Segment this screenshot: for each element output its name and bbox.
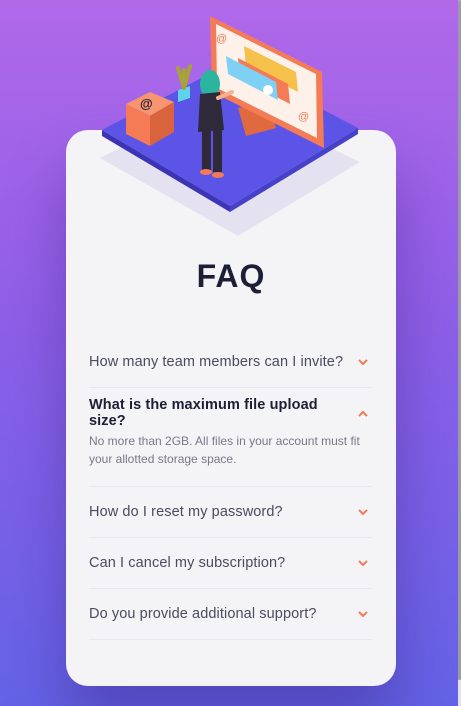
woman-leg-right <box>213 130 222 172</box>
at-sign-icon: @ <box>140 96 153 111</box>
faq-question-row[interactable]: Do you provide additional support? <box>89 589 372 639</box>
woman-at-monitor-illustration: @ @ @ <box>100 16 360 236</box>
page-title: FAQ <box>196 258 266 294</box>
faq-item-expanded[interactable]: What is the maximum file upload size? No… <box>89 388 372 487</box>
woman-shoe-left <box>200 169 212 175</box>
chevron-up-icon[interactable] <box>358 410 368 417</box>
chevron-down-icon[interactable] <box>358 358 368 366</box>
faq-question[interactable]: How many team members can I invite? <box>89 354 343 370</box>
faq-question[interactable]: How do I reset my password? <box>89 504 283 520</box>
faq-question[interactable]: Do you provide additional support? <box>89 606 317 622</box>
faq-question-row[interactable]: What is the maximum file upload size? <box>89 388 372 438</box>
faq-question-row[interactable]: How do I reset my password? <box>89 487 372 537</box>
screen-dot <box>263 85 273 95</box>
faq-answer: No more than 2GB. All files in your acco… <box>89 434 360 466</box>
faq-item[interactable]: Can I cancel my subscription? <box>89 538 372 589</box>
faq-item[interactable]: How do I reset my password? <box>89 487 372 538</box>
plant-leaves <box>176 64 192 90</box>
faq-list: How many team members can I invite? What… <box>89 337 372 640</box>
faq-item[interactable]: Do you provide additional support? <box>89 589 372 640</box>
faq-question[interactable]: What is the maximum file upload size? <box>89 397 358 429</box>
faq-question-row[interactable]: Can I cancel my subscription? <box>89 538 372 588</box>
faq-item[interactable]: How many team members can I invite? <box>89 337 372 388</box>
faq-question-row[interactable]: How many team members can I invite? <box>89 337 372 387</box>
chevron-down-icon[interactable] <box>358 559 368 567</box>
woman-shoe-right <box>212 172 224 178</box>
woman-leg-left <box>202 130 211 170</box>
chevron-down-icon[interactable] <box>358 508 368 516</box>
faq-question[interactable]: Can I cancel my subscription? <box>89 555 285 571</box>
screen-at-icon-bottom: @ <box>298 111 309 123</box>
chevron-down-icon[interactable] <box>358 610 368 618</box>
screen-at-icon-top: @ <box>216 33 227 45</box>
